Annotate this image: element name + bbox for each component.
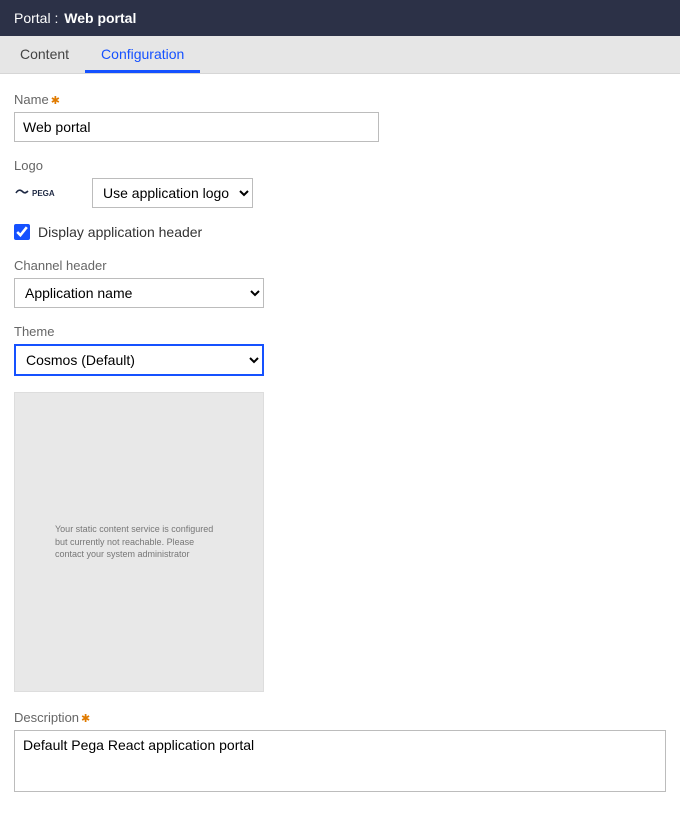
name-input[interactable] xyxy=(14,112,379,142)
display-header-label: Display application header xyxy=(38,224,202,240)
name-label: Name✱ xyxy=(14,92,666,107)
channel-header-field: Channel header Application name xyxy=(14,258,666,308)
required-icon: ✱ xyxy=(81,713,90,725)
description-field: Description✱ xyxy=(14,710,666,795)
logo-select[interactable]: Use application logo xyxy=(92,178,253,208)
channel-header-label: Channel header xyxy=(14,258,666,273)
theme-select[interactable]: Cosmos (Default) xyxy=(14,344,264,376)
tab-configuration[interactable]: Configuration xyxy=(85,36,200,73)
logo-field: Logo PEGA Use application logo xyxy=(14,158,666,208)
name-label-text: Name xyxy=(14,92,49,107)
configuration-form: Name✱ Logo PEGA Use application logo Dis… xyxy=(0,74,680,829)
display-header-field: Display application header xyxy=(14,224,666,240)
channel-header-select[interactable]: Application name xyxy=(14,278,264,308)
logo-label: Logo xyxy=(14,158,666,173)
tab-content[interactable]: Content xyxy=(4,36,85,73)
required-icon: ✱ xyxy=(51,95,60,107)
theme-field: Theme Cosmos (Default) xyxy=(14,324,666,376)
preview-message: Your static content service is configure… xyxy=(55,523,223,561)
pega-logo-icon: PEGA xyxy=(14,184,68,202)
portal-label: Portal : xyxy=(14,10,58,26)
description-label-text: Description xyxy=(14,710,79,725)
theme-preview: Your static content service is configure… xyxy=(14,392,264,692)
display-header-checkbox[interactable] xyxy=(14,224,30,240)
name-field: Name✱ xyxy=(14,92,666,142)
description-label: Description✱ xyxy=(14,710,666,725)
description-textarea[interactable] xyxy=(14,730,666,792)
svg-text:PEGA: PEGA xyxy=(32,189,55,198)
page-header: Portal : Web portal xyxy=(0,0,680,36)
theme-label: Theme xyxy=(14,324,666,339)
tab-bar: Content Configuration xyxy=(0,36,680,74)
portal-name: Web portal xyxy=(64,10,136,26)
